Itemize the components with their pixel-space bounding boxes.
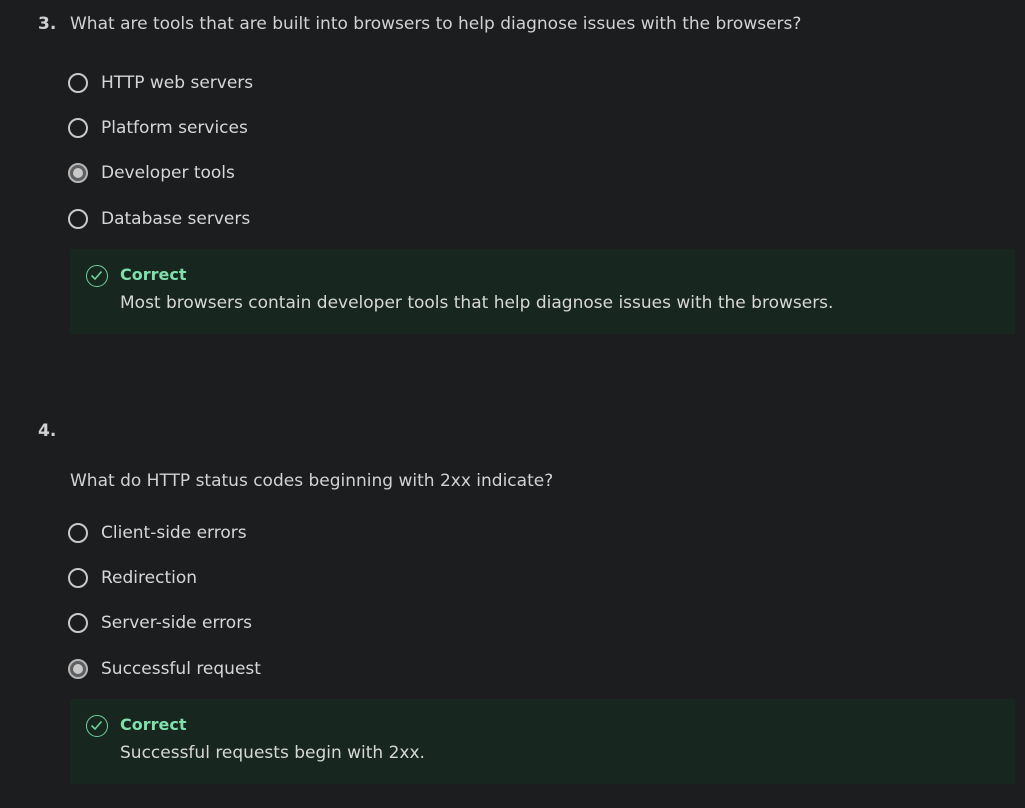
feedback-title: Correct <box>120 265 187 284</box>
option-label: Successful request <box>101 659 261 679</box>
feedback-title: Correct <box>120 715 187 734</box>
feedback-box: Correct Successful requests begin with 2… <box>70 699 1015 784</box>
option-label: Database servers <box>101 209 251 229</box>
option-label: Server-side errors <box>101 613 253 633</box>
feedback-text: Most browsers contain developer tools th… <box>120 293 834 313</box>
question-text: What are tools that are built into brows… <box>70 14 802 34</box>
option-http-web-servers[interactable]: HTTP web servers <box>68 69 253 97</box>
question-number: 4. <box>38 421 57 441</box>
radio-selected-icon[interactable] <box>68 163 88 183</box>
option-server-side-errors[interactable]: Server-side errors <box>68 609 252 637</box>
radio-icon[interactable] <box>68 209 88 229</box>
check-circle-icon <box>86 715 108 737</box>
option-label: HTTP web servers <box>101 73 254 93</box>
check-circle-icon <box>86 265 108 287</box>
radio-icon[interactable] <box>68 118 88 138</box>
feedback-text: Successful requests begin with 2xx. <box>120 743 425 763</box>
option-platform-services[interactable]: Platform services <box>68 114 248 142</box>
question-number: 3. <box>38 14 57 34</box>
option-database-servers[interactable]: Database servers <box>68 205 250 233</box>
question-text: What do HTTP status codes beginning with… <box>70 471 554 491</box>
radio-icon[interactable] <box>68 568 88 588</box>
option-label: Developer tools <box>101 163 235 183</box>
option-successful-request[interactable]: Successful request <box>68 655 261 683</box>
option-redirection[interactable]: Redirection <box>68 564 197 592</box>
feedback-box: Correct Most browsers contain developer … <box>70 249 1015 334</box>
option-label: Client-side errors <box>101 523 247 543</box>
radio-icon[interactable] <box>68 73 88 93</box>
option-label: Redirection <box>101 568 198 588</box>
radio-selected-icon[interactable] <box>68 659 88 679</box>
option-client-side-errors[interactable]: Client-side errors <box>68 519 247 547</box>
radio-icon[interactable] <box>68 523 88 543</box>
option-label: Platform services <box>101 118 248 138</box>
option-developer-tools[interactable]: Developer tools <box>68 159 235 187</box>
radio-icon[interactable] <box>68 613 88 633</box>
